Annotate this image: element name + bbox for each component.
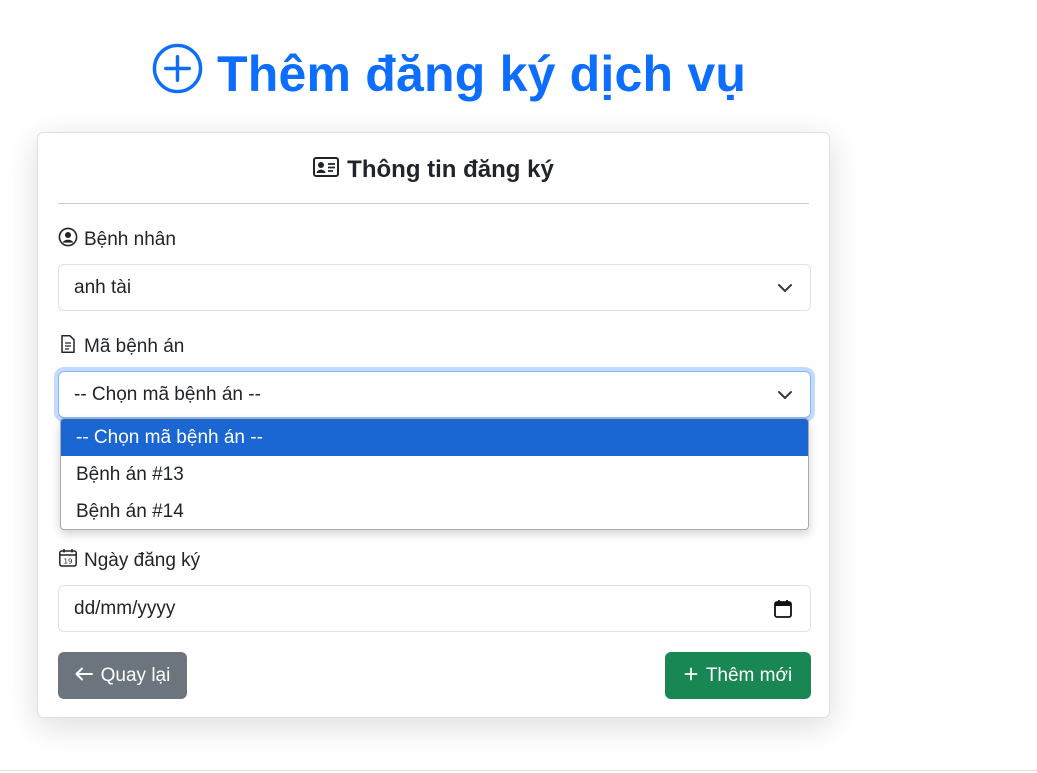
dropdown-option[interactable]: -- Chọn mã bệnh án --: [61, 419, 808, 456]
dropdown-option[interactable]: Bệnh án #14: [61, 493, 808, 529]
card-title: Thông tin đăng ký: [38, 155, 829, 185]
calendar-icon: 19: [58, 548, 78, 574]
record-label: Mã bệnh án: [58, 334, 184, 360]
plus-circle-icon: [152, 43, 203, 106]
record-select[interactable]: -- Chọn mã bệnh án --: [58, 371, 811, 418]
add-button[interactable]: Thêm mới: [665, 652, 811, 699]
date-label-text: Ngày đăng ký: [84, 550, 201, 571]
patient-label: Bệnh nhân: [58, 227, 176, 253]
svg-text:19: 19: [64, 558, 73, 566]
id-card-icon: [313, 156, 340, 185]
date-label: 19 Ngày đăng ký: [58, 548, 200, 574]
footer-divider: [0, 770, 1037, 771]
back-button[interactable]: Quay lại: [58, 652, 187, 699]
add-button-label: Thêm mới: [705, 664, 793, 686]
date-placeholder: dd/mm/yyyy: [74, 597, 176, 619]
record-select-value: -- Chọn mã bệnh án --: [74, 383, 261, 405]
person-circle-icon: [58, 227, 78, 253]
back-button-label: Quay lại: [100, 664, 171, 686]
patient-label-text: Bệnh nhân: [84, 229, 176, 250]
file-text-icon: [58, 334, 78, 360]
record-dropdown-list: -- Chọn mã bệnh án -- Bệnh án #13 Bệnh á…: [60, 418, 809, 530]
patient-select[interactable]: anh tài: [58, 264, 811, 311]
chevron-down-icon: [776, 279, 794, 297]
divider: [58, 203, 809, 204]
dropdown-option[interactable]: Bệnh án #13: [61, 456, 808, 493]
chevron-down-icon: [776, 386, 794, 404]
page-title-text: Thêm đăng ký dịch vụ: [217, 46, 747, 102]
registration-card: Thông tin đăng ký Bệnh nhân anh tài Mã b…: [37, 132, 830, 718]
calendar-picker-icon[interactable]: [773, 599, 793, 619]
patient-select-value: anh tài: [74, 276, 132, 298]
date-input[interactable]: dd/mm/yyyy: [58, 585, 811, 632]
plus-icon: [684, 665, 698, 687]
page-title: Thêm đăng ký dịch vụ: [152, 43, 747, 106]
record-label-text: Mã bệnh án: [84, 336, 185, 357]
card-title-text: Thông tin đăng ký: [347, 156, 554, 183]
arrow-left-icon: [75, 665, 93, 687]
